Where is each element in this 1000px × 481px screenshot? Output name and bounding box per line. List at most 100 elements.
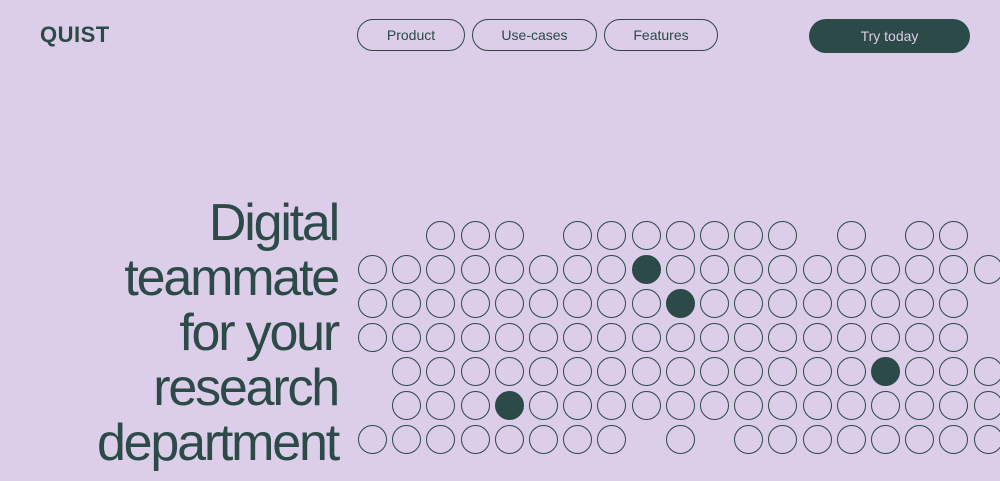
outline-dot — [802, 255, 832, 284]
outline-dot — [529, 255, 558, 284]
outline-dot — [460, 289, 490, 318]
outline-dot — [871, 255, 900, 284]
outline-dot — [973, 391, 1000, 420]
outline-dot — [939, 255, 969, 284]
outline-dot — [905, 357, 935, 386]
outline-dot — [597, 425, 627, 454]
outline-dot — [802, 425, 832, 454]
outline-dot — [734, 357, 764, 386]
outline-dot — [939, 323, 969, 352]
outline-dot — [631, 391, 661, 420]
outline-dot — [392, 323, 422, 352]
outline-dot — [494, 289, 524, 318]
outline-dot — [700, 391, 729, 420]
headline-line: Digital — [208, 194, 340, 252]
outline-dot — [700, 357, 729, 386]
outline-dot — [529, 425, 558, 454]
nav-features-button[interactable]: Features — [604, 19, 718, 51]
outline-dot — [836, 425, 866, 454]
outline-dot — [836, 323, 866, 352]
outline-dot — [802, 289, 832, 318]
nav-product-button[interactable]: Product — [357, 19, 465, 51]
outline-dot — [563, 255, 593, 284]
outline-dot — [734, 425, 764, 454]
outline-dot — [905, 255, 935, 284]
outline-dot — [836, 221, 866, 250]
nav-use-cases-button[interactable]: Use-cases — [472, 19, 597, 51]
hero-headline: Digital teammate for your research depar… — [97, 194, 340, 471]
outline-dot — [768, 425, 798, 454]
outline-dot — [563, 323, 593, 352]
outline-dot — [392, 255, 422, 284]
outline-dot — [597, 255, 627, 284]
outline-dot — [836, 357, 866, 386]
outline-dot — [734, 391, 764, 420]
outline-dot — [905, 323, 935, 352]
outline-dot — [392, 289, 422, 318]
outline-dot — [426, 289, 456, 318]
outline-dot — [665, 425, 695, 454]
outline-dot — [768, 255, 798, 284]
outline-dot — [529, 289, 558, 318]
outline-dot — [836, 289, 866, 318]
outline-dot — [358, 255, 387, 284]
outline-dot — [802, 391, 832, 420]
outline-dot — [529, 323, 558, 352]
outline-dot — [836, 255, 866, 284]
outline-dot — [460, 357, 490, 386]
outline-dot — [939, 391, 969, 420]
outline-dot — [665, 255, 695, 284]
outline-dot — [597, 391, 627, 420]
outline-dot — [973, 425, 1000, 454]
outline-dot — [939, 357, 969, 386]
outline-dot — [426, 323, 456, 352]
outline-dot — [665, 357, 695, 386]
outline-dot — [768, 289, 798, 318]
outline-dot — [700, 323, 729, 352]
outline-dot — [905, 391, 935, 420]
headline-line: for your — [179, 304, 340, 362]
outline-dot — [700, 221, 729, 250]
outline-dot — [768, 391, 798, 420]
outline-dot — [597, 221, 627, 250]
outline-dot — [665, 391, 695, 420]
outline-dot — [460, 221, 490, 250]
outline-dot — [494, 255, 524, 284]
outline-dot — [460, 425, 490, 454]
outline-dot — [358, 323, 387, 352]
outline-dot — [768, 221, 798, 250]
outline-dot — [358, 425, 387, 454]
outline-dot — [494, 357, 524, 386]
outline-dot — [734, 289, 764, 318]
headline-line: research — [153, 359, 340, 417]
outline-dot — [665, 221, 695, 250]
outline-dot — [460, 323, 490, 352]
outline-dot — [700, 255, 729, 284]
outline-dot — [392, 425, 422, 454]
outline-dot — [426, 221, 456, 250]
outline-dot — [871, 391, 900, 420]
outline-dot — [836, 391, 866, 420]
outline-dot — [905, 289, 935, 318]
outline-dot — [426, 391, 456, 420]
filled-dot — [631, 255, 661, 284]
try-today-button[interactable]: Try today — [809, 19, 970, 53]
outline-dot — [563, 289, 593, 318]
outline-dot — [426, 425, 456, 454]
filled-dot — [871, 357, 900, 386]
outline-dot — [529, 391, 558, 420]
outline-dot — [563, 357, 593, 386]
outline-dot — [631, 357, 661, 386]
outline-dot — [973, 255, 1000, 284]
outline-dot — [768, 357, 798, 386]
outline-dot — [494, 221, 524, 250]
quist-logo[interactable]: QUIST — [40, 22, 110, 48]
outline-dot — [563, 221, 593, 250]
outline-dot — [460, 391, 490, 420]
outline-dot — [426, 357, 456, 386]
outline-dot — [734, 221, 764, 250]
outline-dot — [973, 357, 1000, 386]
outline-dot — [631, 323, 661, 352]
outline-dot — [905, 425, 935, 454]
outline-dot — [392, 357, 422, 386]
